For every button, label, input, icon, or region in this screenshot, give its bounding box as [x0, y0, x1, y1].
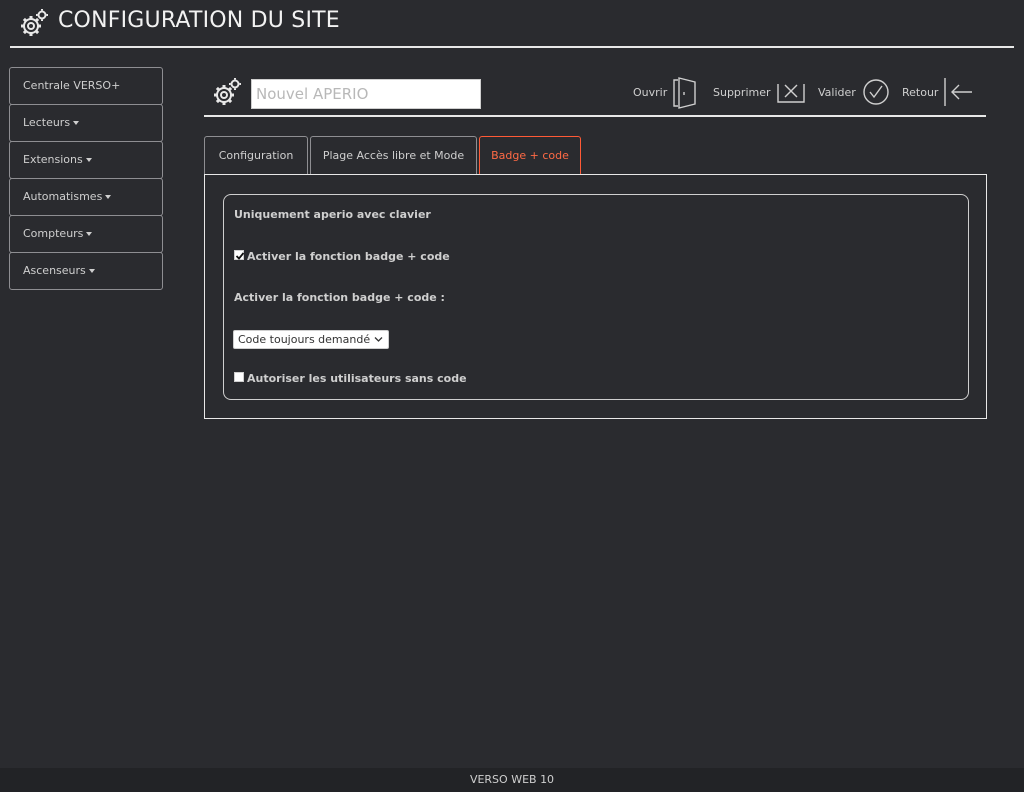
settings-group: Uniquement aperio avec clavier Activer l… — [223, 194, 969, 400]
caret-down-icon — [86, 232, 93, 236]
sidebar-item-label: Compteurs — [23, 227, 84, 240]
page-title: CONFIGURATION DU SITE — [58, 8, 340, 33]
delete-button[interactable]: Supprimer — [713, 74, 807, 110]
allow-nocode-label: Autoriser les utilisateurs sans code — [247, 372, 467, 385]
toolbar-divider — [204, 115, 986, 117]
sidebar-item-label: Extensions — [23, 153, 83, 166]
gears-icon — [214, 78, 241, 105]
caret-down-icon — [73, 121, 80, 125]
sidebar: Centrale VERSO+ Lecteurs Extensions Auto… — [9, 67, 163, 290]
delete-label: Supprimer — [713, 85, 771, 99]
enable-badge-code-checkbox[interactable] — [234, 250, 245, 260]
section-title: Uniquement aperio avec clavier — [234, 208, 431, 221]
tab-badge-code[interactable]: Badge + code — [479, 136, 581, 174]
arrow-left-icon — [944, 78, 973, 106]
header-divider — [10, 46, 1014, 48]
caret-down-icon — [105, 195, 112, 199]
tab-configuration[interactable]: Configuration — [204, 136, 308, 174]
sidebar-item-label: Lecteurs — [23, 116, 71, 129]
caret-down-icon — [85, 158, 92, 162]
sidebar-item-label: Automatismes — [23, 190, 103, 203]
footer: VERSO WEB 10 — [0, 768, 1024, 792]
sidebar-item-centrale[interactable]: Centrale VERSO+ — [9, 67, 163, 105]
sidebar-item-automatismes[interactable]: Automatismes — [9, 178, 163, 216]
sidebar-item-ascenseurs[interactable]: Ascenseurs — [9, 252, 163, 290]
mode-select[interactable]: Code toujours demandé — [233, 330, 389, 349]
back-label: Retour — [902, 85, 939, 99]
tab-plage-acces-libre[interactable]: Plage Accès libre et Mode — [310, 136, 477, 174]
sidebar-item-compteurs[interactable]: Compteurs — [9, 215, 163, 253]
name-input[interactable] — [251, 79, 481, 109]
check-circle-icon — [863, 79, 889, 105]
gears-icon — [21, 9, 48, 36]
sidebar-item-label: Ascenseurs — [23, 264, 86, 277]
open-label: Ouvrir — [633, 85, 668, 99]
back-button[interactable]: Retour — [902, 74, 976, 110]
app-header: CONFIGURATION DU SITE — [0, 0, 1024, 46]
tab-label: Configuration — [218, 149, 294, 162]
door-open-icon — [673, 77, 696, 109]
chevron-down-icon — [374, 337, 383, 342]
sidebar-item-extensions[interactable]: Extensions — [9, 141, 163, 179]
sidebar-item-label: Centrale VERSO+ — [23, 79, 121, 92]
mode-label: Activer la fonction badge + code : — [234, 291, 445, 304]
allow-nocode-checkbox[interactable] — [234, 372, 244, 382]
sidebar-item-lecteurs[interactable]: Lecteurs — [9, 104, 163, 142]
checkmark-icon — [235, 252, 245, 260]
tab-panel: Uniquement aperio avec clavier Activer l… — [204, 174, 987, 419]
tab-label: Plage Accès libre et Mode — [322, 149, 465, 162]
footer-text: VERSO WEB 10 — [469, 773, 555, 786]
caret-down-icon — [88, 269, 95, 273]
tab-label: Badge + code — [491, 149, 569, 162]
delete-icon — [776, 84, 805, 103]
validate-button[interactable]: Valider — [818, 74, 892, 110]
validate-label: Valider — [818, 85, 856, 99]
mode-select-value: Code toujours demandé — [238, 333, 371, 346]
enable-badge-code-label: Activer la fonction badge + code — [247, 250, 450, 263]
open-button[interactable]: Ouvrir — [633, 74, 701, 110]
